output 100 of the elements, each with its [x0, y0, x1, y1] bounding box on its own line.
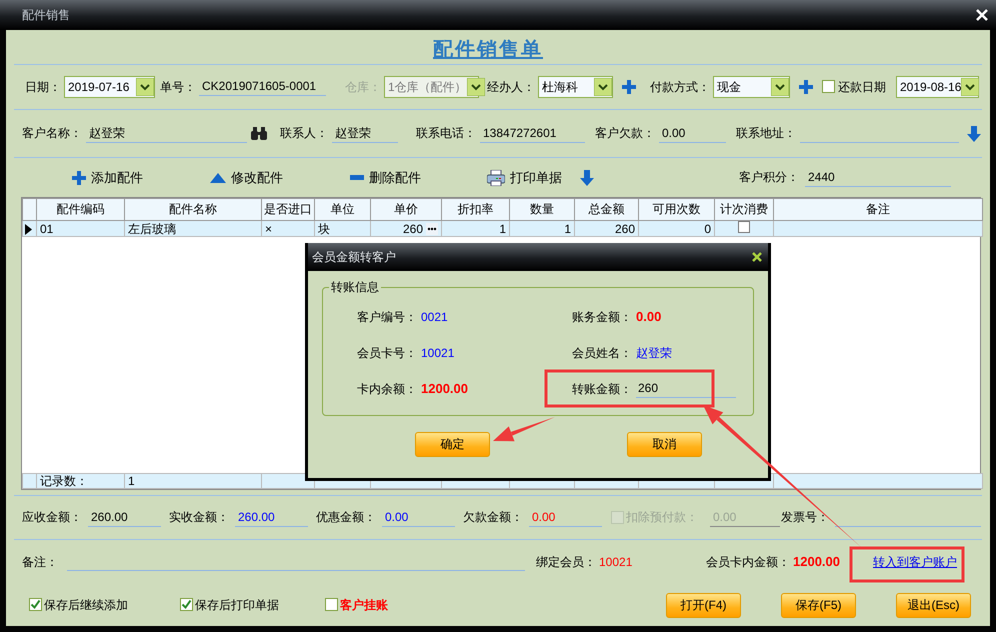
table-cell: 记录数： — [36, 473, 124, 488]
column-header[interactable]: 是否进口 — [262, 198, 314, 220]
checkbox-label: 还款日期 — [838, 80, 886, 94]
plus-icon — [72, 170, 86, 184]
ellipsis-button[interactable] — [426, 222, 438, 235]
field-label: 欠款金额： — [463, 510, 523, 525]
action-button[interactable]: 保存(F5) — [781, 592, 856, 618]
text-field: 0.00 — [710, 508, 780, 526]
dropdown-arrow-icon[interactable] — [136, 78, 154, 96]
plus-icon[interactable] — [799, 80, 813, 94]
dropdown-arrow-icon[interactable] — [594, 78, 612, 96]
field-label: 客户名称： — [22, 126, 82, 141]
field-label: 会员姓名： — [571, 346, 632, 360]
minus-icon — [350, 175, 364, 180]
field-label: 联系人： — [280, 126, 328, 141]
field-label: 账务金额： — [571, 310, 632, 324]
checkbox[interactable] — [738, 222, 750, 233]
field-label: 备注： — [22, 554, 58, 570]
field-label: 客户欠款： — [595, 126, 655, 141]
field-label: 仓库： — [345, 80, 381, 94]
column-header[interactable]: 数量 — [510, 198, 574, 220]
action-button[interactable]: 打开(F4) — [666, 592, 741, 618]
column-header[interactable]: 单位 — [314, 198, 370, 220]
checkbox-label: 客户挂账 — [340, 598, 388, 612]
field-label: 发票号： — [781, 510, 829, 525]
toolbar-button[interactable]: 删除配件 — [350, 170, 421, 186]
plus-icon[interactable] — [622, 80, 636, 94]
field-label: 实收金额： — [169, 510, 229, 525]
field-label: 绑定会员： — [536, 554, 596, 570]
checkbox-label: 保存后继续添加 — [44, 598, 128, 612]
checkbox[interactable] — [325, 598, 338, 612]
form-title: 配件销售单 — [433, 38, 543, 62]
transfer-link[interactable]: 转入到客户账户 — [873, 554, 957, 570]
checkbox-label: 保存后打印单据 — [195, 598, 279, 612]
text-field[interactable]: 0.00 — [659, 124, 726, 142]
text-field[interactable]: CK2019071605-0001 — [199, 78, 326, 96]
checkbox[interactable] — [29, 598, 42, 612]
table-cell: 块 — [314, 220, 370, 237]
column-header[interactable]: 配件名称 — [124, 198, 262, 220]
dialog-button[interactable]: 取消 — [627, 432, 702, 457]
field-label: 联系电话： — [416, 126, 476, 141]
field-label: 转账金额： — [571, 382, 632, 396]
text-field[interactable]: 赵登荣 — [332, 124, 398, 142]
pointer-arrow — [493, 417, 555, 442]
table-cell: 0 — [638, 220, 714, 237]
input-field[interactable]: 260 — [636, 380, 736, 398]
field-label: 日期： — [25, 80, 61, 94]
text-field[interactable]: 260.00 — [88, 508, 161, 526]
table-cell: 260 — [574, 220, 638, 237]
card-balance: 1200.00 — [793, 554, 840, 570]
text-field[interactable]: 13847272601 — [480, 124, 585, 142]
table-cell: 1 — [442, 220, 510, 237]
table-cell: × — [262, 220, 314, 237]
dropdown[interactable]: 2019-08-16 — [896, 76, 979, 98]
dialog-title: 会员金额转客户 — [312, 250, 396, 264]
field-label: 联系地址： — [736, 126, 796, 141]
dialog-button[interactable]: 确定 — [415, 432, 490, 457]
toolbar-button[interactable]: 修改配件 — [210, 170, 283, 186]
table-cell: 260 — [402, 222, 423, 236]
dropdown[interactable]: 杜海科 — [538, 76, 613, 98]
field-label: 付款方式： — [650, 80, 710, 94]
field-label: 优惠金额： — [316, 510, 376, 525]
arrow-down-icon[interactable] — [580, 170, 594, 186]
action-button[interactable]: 退出(Esc) — [896, 592, 971, 618]
text-field[interactable]: 2440 — [805, 168, 951, 186]
dropdown[interactable]: 现金 — [713, 76, 790, 98]
column-header[interactable]: 折扣率 — [442, 198, 510, 220]
column-header[interactable]: 配件编码 — [36, 198, 124, 220]
arrow-down-icon[interactable] — [967, 126, 981, 142]
field-value: 1200.00 — [421, 381, 468, 397]
field-label: 经办人： — [487, 80, 535, 94]
dropdown-arrow-icon[interactable] — [961, 78, 980, 96]
field-value: 10021 — [421, 346, 454, 360]
binoculars-icon[interactable] — [251, 127, 267, 140]
table-cell: 左后玻璃 — [124, 220, 262, 237]
toolbar-button[interactable]: 添加配件 — [72, 170, 143, 186]
dropdown[interactable]: 2019-07-16 — [64, 76, 155, 98]
field-label: 卡内余额： — [356, 382, 417, 396]
column-header[interactable]: 单价 — [370, 198, 442, 220]
checkbox[interactable] — [822, 80, 835, 94]
close-icon[interactable] — [752, 252, 762, 262]
column-header[interactable]: 备注 — [774, 198, 982, 220]
text-field[interactable]: 赵登荣 — [86, 124, 247, 142]
field-label: 应收金额： — [22, 510, 82, 525]
dropdown-arrow-icon[interactable] — [771, 78, 789, 96]
toolbar-button[interactable]: 打印单据 — [487, 170, 562, 186]
table-cell: 1 — [124, 473, 262, 488]
window-title: 配件销售 — [22, 8, 70, 22]
printer-icon — [487, 170, 505, 186]
text-field[interactable]: 260.00 — [235, 508, 308, 526]
field-label: 客户编号： — [356, 310, 417, 324]
column-header[interactable]: 总金额 — [574, 198, 638, 220]
field-value: 赵登荣 — [636, 346, 672, 360]
field-label: 会员卡号： — [356, 346, 417, 360]
triangle-up-icon — [210, 172, 226, 182]
checkbox[interactable] — [180, 598, 193, 612]
column-header[interactable]: 可用次数 — [638, 198, 714, 220]
field-value: 0021 — [421, 310, 448, 324]
text-field[interactable]: 0.00 — [382, 508, 455, 526]
column-header[interactable]: 计次消费 — [714, 198, 774, 220]
